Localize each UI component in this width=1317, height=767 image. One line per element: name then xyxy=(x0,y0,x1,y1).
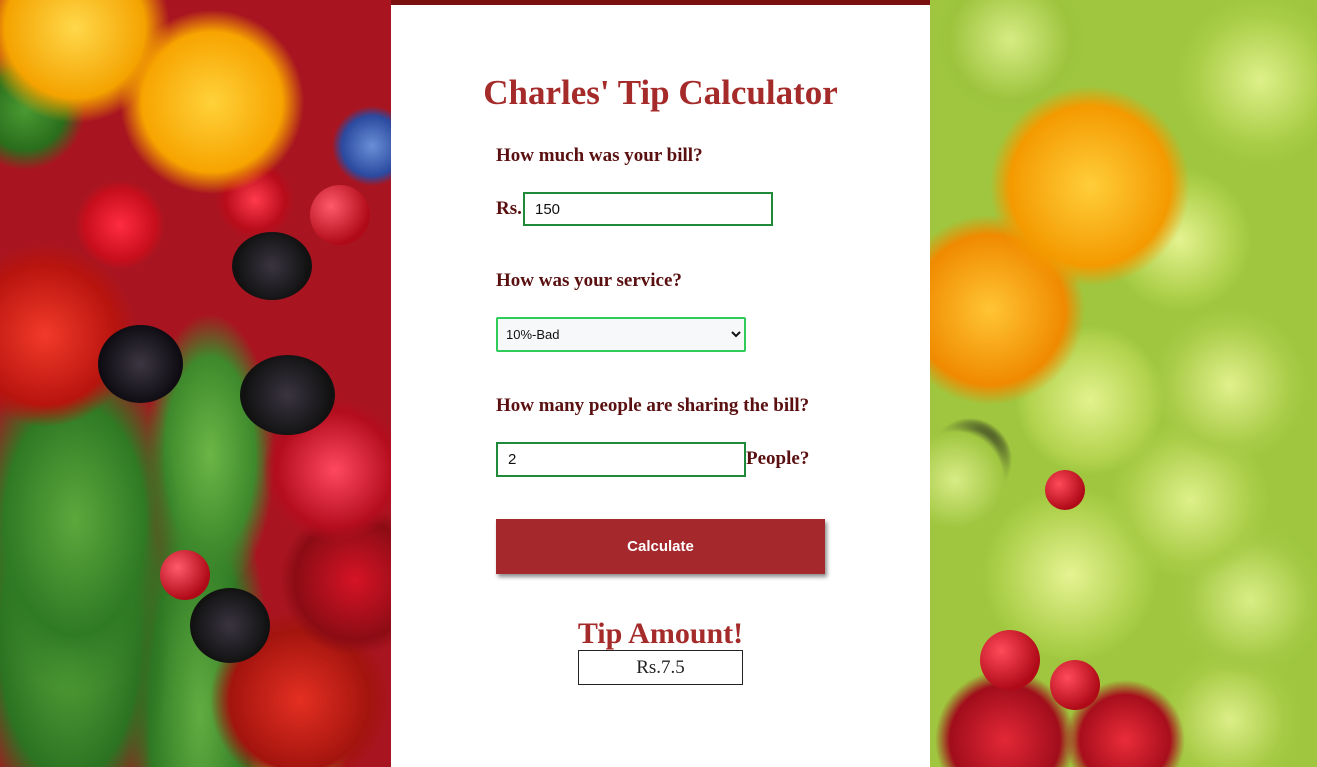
blackberry-decoration xyxy=(190,588,270,663)
cherry-decoration xyxy=(160,550,210,600)
people-suffix-label: People? xyxy=(746,448,810,469)
page-title: Charles' Tip Calculator xyxy=(483,73,838,112)
cherry-decoration xyxy=(310,185,370,245)
fruit-background-left xyxy=(0,0,391,767)
bill-amount-input[interactable] xyxy=(523,192,773,226)
people-count-input[interactable] xyxy=(496,442,746,477)
tip-amount-heading: Tip Amount! xyxy=(577,617,744,650)
calculate-button[interactable]: Calculate xyxy=(496,519,825,574)
calculator-card: Charles' Tip Calculator How much was you… xyxy=(391,5,930,767)
cherry-decoration xyxy=(1050,660,1100,710)
service-quality-select[interactable]: 10%-Bad xyxy=(496,317,746,352)
blackberry-decoration xyxy=(240,355,335,435)
cherry-decoration xyxy=(1045,470,1085,510)
service-question-label: How was your service? xyxy=(496,270,682,291)
bill-currency-prefix: Rs. xyxy=(496,198,522,219)
blackberry-decoration xyxy=(232,232,312,300)
blackberry-decoration xyxy=(98,325,183,403)
tip-amount-value: Rs.7.5 xyxy=(578,650,743,685)
cherry-decoration xyxy=(980,630,1040,690)
bill-question-label: How much was your bill? xyxy=(496,145,703,166)
people-question-label: How many people are sharing the bill? xyxy=(496,395,810,416)
fruit-background-right xyxy=(930,0,1317,767)
